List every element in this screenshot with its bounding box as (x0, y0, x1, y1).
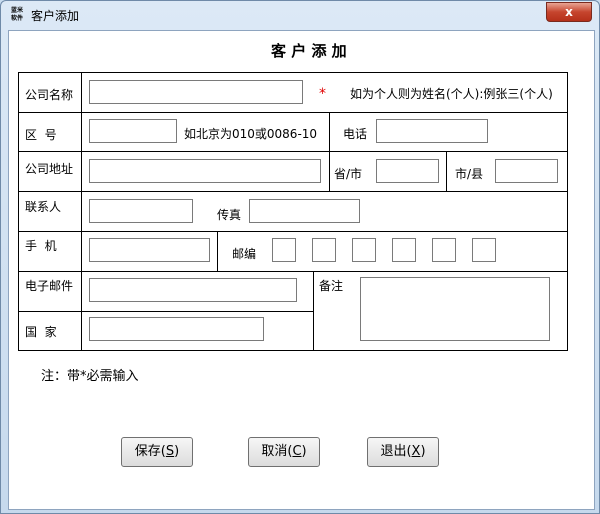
cancel-button[interactable]: 取消(C) (248, 437, 320, 467)
contact-label: 联系人 (25, 200, 62, 214)
grid-line (18, 112, 568, 113)
address-label: 公司地址 (25, 162, 74, 176)
grid-line (313, 271, 314, 351)
fax-input[interactable] (249, 199, 360, 223)
save-button[interactable]: 保存(S) (121, 437, 193, 467)
fax-label: 传真 (217, 208, 242, 222)
grid-line (18, 72, 568, 73)
grid-line (329, 112, 330, 152)
mobile-input[interactable] (89, 238, 210, 262)
required-note: 注：带*必需输入 (41, 369, 139, 384)
city-label: 市/县 (455, 167, 484, 181)
grid-line (81, 72, 82, 351)
exit-paren: ) (420, 444, 426, 459)
required-mark: * (319, 86, 326, 102)
customer-add-window: 蓝米 软件 客户添加 x 客 户 添 加 公司名称 * 如为个人则为姓名(个人)… (0, 0, 600, 514)
postcode-digit-3[interactable] (352, 238, 376, 262)
company-name-label: 公司名称 (25, 88, 74, 102)
remark-textarea[interactable] (360, 277, 550, 341)
save-shortcut: S (165, 444, 175, 459)
postcode-digit-4[interactable] (392, 238, 416, 262)
country-input[interactable] (89, 317, 264, 341)
company-name-input[interactable] (89, 80, 303, 104)
city-input[interactable] (495, 159, 558, 183)
grid-line (18, 350, 568, 351)
postcode-digit-6[interactable] (472, 238, 496, 262)
phone-label: 电话 (343, 127, 368, 141)
grid-line (18, 191, 568, 192)
form-area: 客 户 添 加 公司名称 * 如为个人则为姓名(个人):例张三(个人) 区 号 … (8, 30, 595, 510)
exit-label: 退出( (380, 444, 412, 459)
province-input[interactable] (376, 159, 439, 183)
remark-label: 备注 (319, 279, 344, 293)
postcode-label: 邮编 (232, 247, 257, 261)
mobile-label: 手 机 (25, 239, 57, 253)
logo-line-2: 软件 (10, 15, 23, 22)
email-input[interactable] (89, 278, 297, 302)
cancel-shortcut: C (292, 444, 302, 459)
exit-button[interactable]: 退出(X) (367, 437, 439, 467)
save-label: 保存( (134, 444, 166, 459)
country-label: 国 家 (25, 325, 57, 339)
close-button[interactable]: x (546, 2, 592, 22)
postcode-digit-1[interactable] (272, 238, 296, 262)
area-code-hint: 如北京为010或0086-10 (184, 127, 318, 141)
contact-input[interactable] (89, 199, 193, 223)
phone-input[interactable] (376, 119, 488, 143)
cancel-paren: ) (301, 444, 307, 459)
province-label: 省/市 (334, 167, 363, 181)
email-label: 电子邮件 (25, 279, 74, 293)
form-heading: 客 户 添 加 (271, 42, 347, 60)
app-logo-icon: 蓝米 软件 (9, 7, 25, 23)
area-code-input[interactable] (89, 119, 177, 143)
grid-line (217, 231, 218, 271)
grid-line (18, 151, 568, 152)
address-input[interactable] (89, 159, 321, 183)
grid-line (329, 151, 330, 191)
postcode-digit-5[interactable] (432, 238, 456, 262)
area-code-label: 区 号 (25, 128, 57, 142)
grid-line (18, 311, 313, 312)
save-paren: ) (174, 444, 180, 459)
grid-line (18, 72, 19, 351)
window-title: 客户添加 (31, 9, 80, 23)
cancel-label: 取消( (261, 444, 293, 459)
grid-line (18, 271, 568, 272)
close-icon: x (565, 5, 573, 19)
grid-line (567, 72, 568, 351)
company-name-hint: 如为个人则为姓名(个人):例张三(个人) (350, 87, 553, 101)
title-bar: 蓝米 软件 客户添加 x (1, 1, 599, 29)
grid-line (446, 151, 447, 191)
postcode-digit-2[interactable] (312, 238, 336, 262)
grid-line (18, 231, 568, 232)
logo-line-1: 蓝米 (10, 7, 23, 14)
